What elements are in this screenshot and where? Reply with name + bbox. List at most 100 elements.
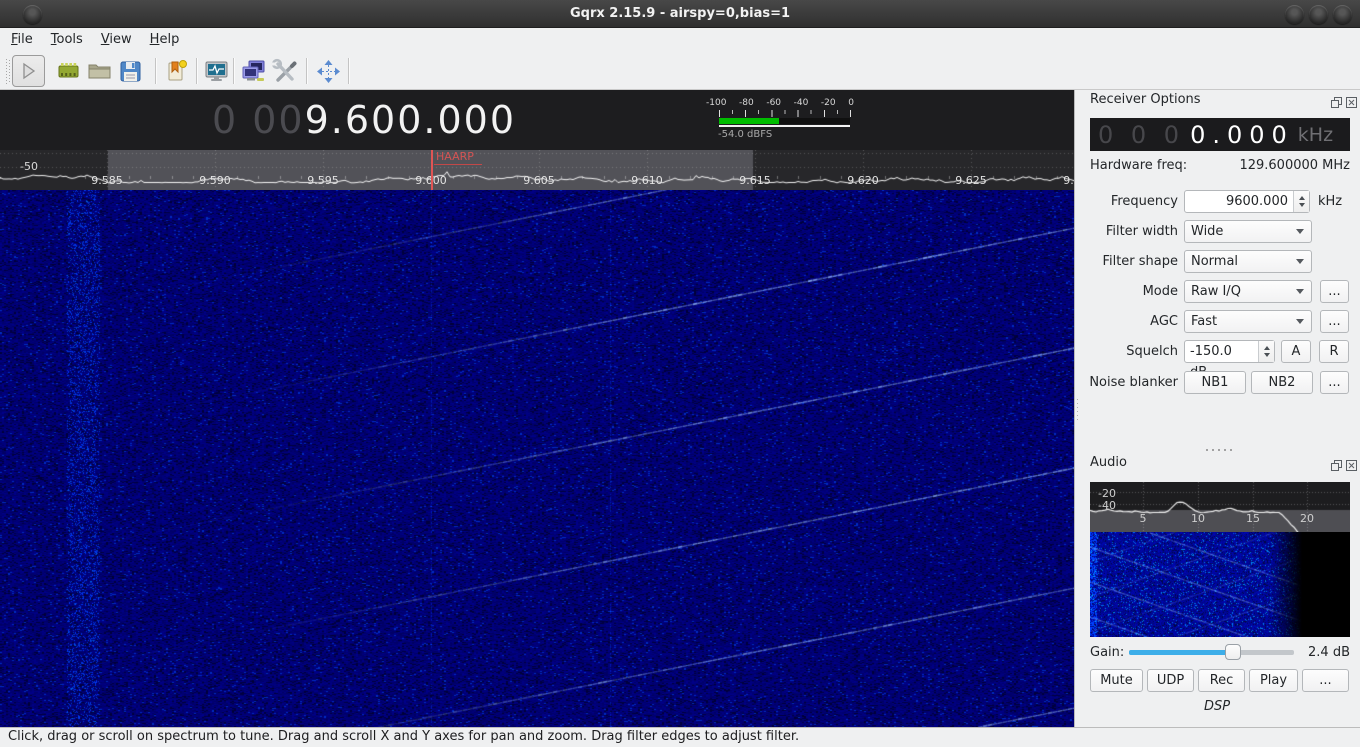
- bookmarks-button[interactable]: [163, 58, 190, 85]
- frequency-spinbox[interactable]: 9600.000: [1184, 190, 1310, 213]
- tools-button[interactable]: [271, 58, 298, 85]
- main-frequency-display[interactable]: 0 009.600.000: [212, 92, 516, 148]
- meter-minor-ticks: [719, 110, 851, 114]
- remote-control-button[interactable]: [240, 58, 267, 85]
- nb1-button[interactable]: NB1: [1184, 371, 1246, 394]
- window-menu-button[interactable]: [23, 5, 42, 24]
- lcd-value: 0.000: [1190, 121, 1294, 149]
- spin-down-icon[interactable]: [1299, 203, 1305, 207]
- mute-button[interactable]: Mute: [1090, 669, 1143, 692]
- squelch-value[interactable]: -150.0 dB: [1185, 341, 1258, 362]
- start-dsp-button[interactable]: [12, 55, 45, 87]
- freq-scale-label[interactable]: 9.620: [833, 174, 893, 187]
- gain-slider-fill: [1129, 650, 1233, 655]
- maximize-button[interactable]: [1309, 5, 1328, 24]
- frequency-active-digits: 9.600.000: [305, 98, 516, 142]
- open-file-button[interactable]: [86, 58, 113, 85]
- mode-combo[interactable]: Raw I/Q: [1184, 280, 1312, 303]
- menu-view[interactable]: View: [92, 28, 141, 52]
- menu-file[interactable]: File: [2, 28, 42, 52]
- mode-value: Raw I/Q: [1185, 284, 1296, 299]
- filter-shape-label: Filter shape: [1074, 250, 1178, 273]
- audio-freq-label: 5: [1128, 512, 1158, 525]
- minimize-button[interactable]: [1285, 5, 1304, 24]
- audio-waterfall-display[interactable]: [1090, 532, 1350, 637]
- play-button[interactable]: Play: [1249, 669, 1298, 692]
- filter-width-label: Filter width: [1074, 220, 1178, 243]
- waterfall-display[interactable]: [0, 190, 1074, 727]
- freq-scale-label[interactable]: 9.595: [293, 174, 353, 187]
- meter-tick-label: 0: [848, 98, 854, 108]
- freq-scale-label[interactable]: 9.625: [941, 174, 1001, 187]
- bookmark-icon: [163, 70, 190, 89]
- menu-help[interactable]: Help: [141, 28, 189, 52]
- audio-freq-label: 20: [1292, 512, 1322, 525]
- pan-arrows-icon: [315, 70, 342, 89]
- folder-icon: [86, 70, 113, 89]
- freq-scale-label[interactable]: 9.610: [617, 174, 677, 187]
- chevron-down-icon: [1296, 259, 1304, 264]
- configure-io-button[interactable]: [55, 58, 82, 85]
- audio-options-button[interactable]: ...: [1302, 669, 1349, 692]
- meter-baseline: [719, 125, 850, 127]
- squelch-reset-button[interactable]: R: [1319, 340, 1349, 363]
- agc-options-button[interactable]: ...: [1320, 310, 1349, 333]
- circuit-chip-icon: [55, 70, 82, 89]
- panel-splitter-handle[interactable]: [1206, 449, 1234, 451]
- save-file-button[interactable]: [117, 58, 144, 85]
- receiver-frequency-lcd[interactable]: 0 0 0 0.000 kHz: [1090, 118, 1350, 151]
- close-button[interactable]: [1333, 5, 1352, 24]
- frequency-spin-buttons[interactable]: [1293, 191, 1309, 212]
- freq-scale-label[interactable]: 9.585: [77, 174, 137, 187]
- float-panel-icon: [1331, 93, 1342, 112]
- meter-tick-label: -20: [821, 98, 836, 108]
- dock-resize-handle[interactable]: [1076, 398, 1079, 420]
- toolbar-drag-handle[interactable]: [6, 59, 11, 84]
- window-title: Gqrx 2.15.9 - airspy=0,bias=1: [0, 0, 1360, 28]
- mode-options-button[interactable]: ...: [1320, 280, 1349, 303]
- noise-blanker-label: Noise blanker: [1074, 371, 1178, 394]
- audio-freq-label: 10: [1183, 512, 1213, 525]
- freq-scale-label[interactable]: 9.605: [509, 174, 569, 187]
- squelch-spin-buttons[interactable]: [1258, 341, 1274, 362]
- dsp-tab[interactable]: DSP: [1074, 699, 1360, 714]
- freq-scale-label[interactable]: 9.590: [185, 174, 245, 187]
- toolbar-separator: [348, 58, 349, 84]
- filter-shape-combo[interactable]: Normal: [1184, 250, 1312, 273]
- spin-down-icon[interactable]: [1264, 353, 1270, 357]
- menu-tools[interactable]: Tools: [42, 28, 92, 52]
- meter-fill: [719, 118, 779, 124]
- mode-label: Mode: [1074, 280, 1178, 303]
- audio-close-button[interactable]: [1346, 456, 1357, 475]
- iq-tool-button[interactable]: [203, 58, 230, 85]
- bookmark-label[interactable]: HAARP: [436, 150, 474, 163]
- agc-label: AGC: [1074, 310, 1178, 333]
- frequency-value[interactable]: 9600.000: [1185, 191, 1293, 212]
- spin-up-icon[interactable]: [1264, 346, 1270, 350]
- audio-freq-label: 15: [1238, 512, 1268, 525]
- receiver-close-button[interactable]: [1346, 93, 1357, 112]
- rec-button[interactable]: Rec: [1198, 669, 1245, 692]
- nb2-button[interactable]: NB2: [1251, 371, 1313, 394]
- meter-tick-label: -60: [766, 98, 781, 108]
- frequency-dim-digits: 0 00: [212, 98, 305, 142]
- floppy-disk-icon: [117, 70, 144, 89]
- agc-combo[interactable]: Fast: [1184, 310, 1312, 333]
- squelch-auto-button[interactable]: A: [1281, 340, 1311, 363]
- udp-button[interactable]: UDP: [1147, 669, 1194, 692]
- level-meter: [719, 118, 850, 124]
- filter-width-combo[interactable]: Wide: [1184, 220, 1312, 243]
- audio-float-button[interactable]: [1331, 456, 1342, 475]
- level-meter-scale: -100 -80 -60 -40 -20 0: [706, 98, 854, 108]
- receiver-float-button[interactable]: [1331, 93, 1342, 112]
- gain-slider-handle[interactable]: [1225, 644, 1241, 660]
- hardware-freq-value: 129.600000 MHz: [1180, 158, 1350, 173]
- noise-blanker-options-button[interactable]: ...: [1320, 371, 1349, 394]
- freq-scale-label[interactable]: 9.615: [725, 174, 785, 187]
- spin-up-icon[interactable]: [1299, 196, 1305, 200]
- wrench-screwdriver-icon: [271, 70, 298, 89]
- pan-spectrum-button[interactable]: [315, 58, 342, 85]
- lcd-dim-digits: 0 0 0: [1098, 121, 1184, 149]
- oscilloscope-icon: [203, 70, 230, 89]
- squelch-spinbox[interactable]: -150.0 dB: [1184, 340, 1275, 363]
